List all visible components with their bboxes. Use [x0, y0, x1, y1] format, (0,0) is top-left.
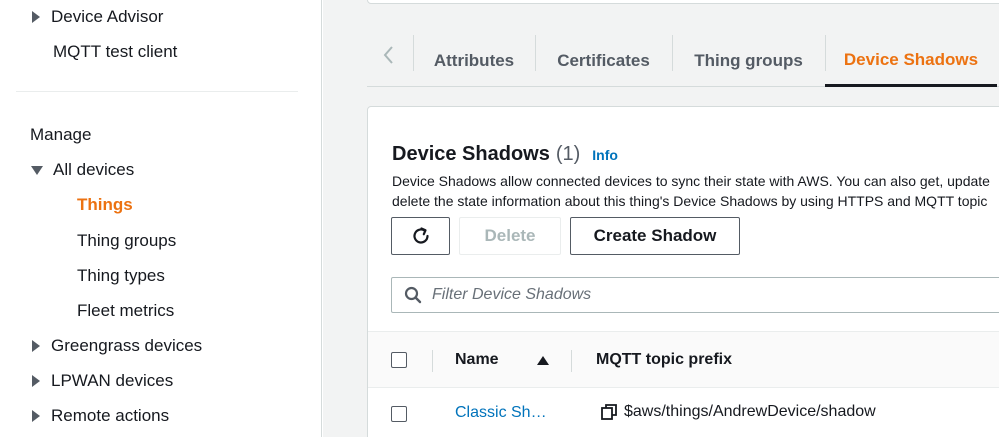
- create-shadow-button-label: Create Shadow: [593, 226, 717, 245]
- sidebar-item-label: Things: [77, 195, 133, 214]
- search-icon: [404, 286, 422, 304]
- caret-down-icon: [31, 165, 43, 175]
- column-divider: [571, 350, 572, 372]
- info-link[interactable]: Info: [592, 147, 618, 163]
- table-header: Name MQTT topic prefix: [368, 331, 999, 388]
- sidebar-item-label: Thing groups: [77, 231, 177, 250]
- tab-bar: Attributes Certificates Thing groups Dev…: [367, 35, 999, 87]
- shadow-name-link[interactable]: Classic Sh…: [455, 404, 547, 422]
- sidebar-item-lpwan-devices[interactable]: LPWAN devices: [32, 371, 173, 391]
- sidebar-item-thing-groups[interactable]: Thing groups: [77, 231, 176, 251]
- tab-label: Certificates: [557, 51, 650, 70]
- main-content: Attributes Certificates Thing groups Dev…: [323, 0, 999, 437]
- sidebar-item-label: LPWAN devices: [51, 371, 174, 390]
- table-row: Classic Sh… $aws/things/AndrewDevice/sha…: [368, 389, 999, 437]
- panel-header: Device Shadows (1) Info: [392, 143, 618, 166]
- mqtt-topic-cell: $aws/things/AndrewDevice/shadow: [600, 403, 876, 421]
- sidebar-item-label: All devices: [53, 160, 135, 179]
- description-line: delete the state information about this …: [392, 193, 988, 209]
- panel-description: Device Shadows allow connected devices t…: [392, 171, 999, 211]
- caret-right-icon: [32, 375, 40, 387]
- sidebar-item-thing-types[interactable]: Thing types: [77, 266, 165, 286]
- panel-title: Device Shadows: [392, 143, 550, 165]
- tab-label: Attributes: [433, 51, 515, 70]
- tab-label: Thing groups: [694, 51, 803, 70]
- sidebar-item-things[interactable]: Things: [77, 195, 133, 215]
- sidebar-item-label: Remote actions: [51, 406, 170, 425]
- tab-label: Device Shadows: [843, 49, 979, 69]
- details-card-edge: [367, 0, 999, 4]
- device-shadows-panel: Device Shadows (1) Info Device Shadows a…: [367, 106, 999, 437]
- sidebar-item-fleet-metrics[interactable]: Fleet metrics: [77, 301, 174, 321]
- delete-button-label: Delete: [484, 226, 536, 245]
- column-divider: [432, 350, 433, 372]
- tab-device-shadows[interactable]: Device Shadows: [825, 35, 997, 87]
- sort-ascending-icon[interactable]: [537, 356, 549, 365]
- caret-right-icon: [32, 340, 40, 352]
- column-header-mqtt-topic-prefix[interactable]: MQTT topic prefix: [596, 351, 732, 369]
- sidebar-item-greengrass-devices[interactable]: Greengrass devices: [32, 336, 202, 356]
- caret-right-icon: [32, 11, 40, 23]
- create-shadow-button[interactable]: Create Shadow: [570, 217, 740, 255]
- sidebar-item-all-devices[interactable]: All devices: [31, 160, 134, 180]
- chevron-left-icon[interactable]: [375, 41, 403, 69]
- sidebar-item-mqtt-test-client[interactable]: MQTT test client: [53, 42, 177, 62]
- sidebar-item-label: MQTT test client: [53, 42, 178, 61]
- sidebar-item-label: Greengrass devices: [51, 336, 203, 355]
- refresh-icon: [412, 227, 429, 244]
- sidebar-nav: Device Advisor MQTT test client Manage A…: [0, 0, 322, 437]
- tab-certificates[interactable]: Certificates: [535, 35, 672, 87]
- description-line: Device Shadows allow connected devices t…: [392, 173, 990, 189]
- tab-attributes[interactable]: Attributes: [413, 35, 535, 87]
- copy-icon[interactable]: [600, 403, 618, 421]
- sidebar-item-label: Fleet metrics: [77, 301, 175, 320]
- sidebar-divider: [16, 91, 298, 92]
- sidebar-section-heading: Manage: [30, 125, 92, 144]
- filter-shadows-input[interactable]: [432, 286, 992, 304]
- filter-field: [391, 277, 999, 313]
- row-checkbox[interactable]: [391, 406, 407, 422]
- refresh-button[interactable]: [391, 217, 450, 255]
- delete-button[interactable]: Delete: [459, 217, 561, 255]
- caret-right-icon: [32, 410, 40, 422]
- column-header-name[interactable]: Name: [455, 351, 499, 369]
- select-all-checkbox[interactable]: [391, 352, 407, 368]
- sidebar-item-remote-actions[interactable]: Remote actions: [32, 406, 169, 426]
- mqtt-topic-value: $aws/things/AndrewDevice/shadow: [624, 403, 876, 420]
- sidebar-item-label: Device Advisor: [51, 7, 164, 26]
- panel-count: (1): [555, 143, 581, 165]
- sidebar-item-device-advisor[interactable]: Device Advisor: [32, 7, 163, 27]
- tab-thing-groups[interactable]: Thing groups: [672, 35, 825, 87]
- sidebar-item-label: Thing types: [77, 266, 165, 285]
